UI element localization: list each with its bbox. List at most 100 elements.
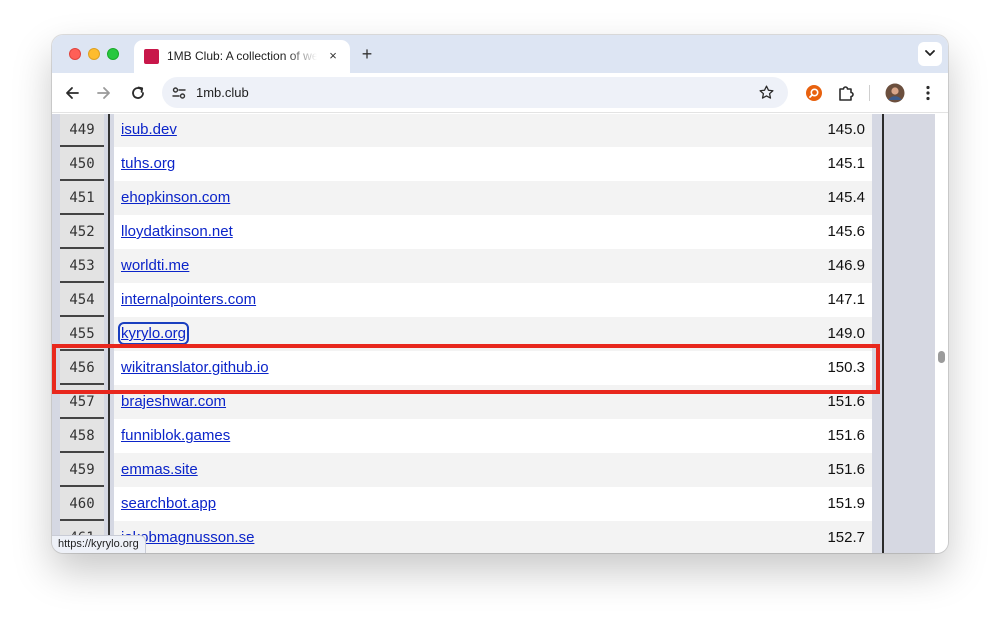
column-divider (108, 385, 110, 419)
row-body: brajeshwar.com 151.6 (114, 385, 872, 419)
profile-avatar[interactable] (885, 83, 905, 103)
site-link[interactable]: lloydatkinson.net (121, 223, 233, 240)
row-body: jakobmagnusson.se 152.7 (114, 521, 872, 553)
column-divider (108, 147, 110, 181)
forward-button[interactable] (94, 83, 114, 103)
rank-cell: 454 (60, 283, 104, 317)
site-link[interactable]: isub.dev (121, 121, 177, 138)
reload-button[interactable] (128, 83, 148, 103)
row-body: funniblok.games 151.6 (114, 419, 872, 453)
rank-cell: 455 (60, 317, 104, 351)
url-text[interactable]: 1mb.club (196, 85, 249, 100)
favicon-icon (144, 49, 159, 64)
site-link[interactable]: internalpointers.com (121, 291, 256, 308)
close-window-button[interactable] (69, 48, 81, 60)
column-divider (108, 283, 110, 317)
toolbar: 1mb.club (52, 73, 948, 113)
vertical-scrollbar[interactable] (935, 114, 948, 553)
row-body: isub.dev 145.0 (114, 114, 872, 147)
rank-cell: 453 (60, 249, 104, 283)
bookmark-star-icon[interactable] (758, 84, 775, 101)
column-divider (108, 181, 110, 215)
avatar-icon (885, 83, 905, 103)
maximize-window-button[interactable] (107, 48, 119, 60)
table-row: 453 worldti.me 146.9 (58, 249, 882, 283)
column-divider (108, 419, 110, 453)
size-value: 151.6 (827, 393, 865, 410)
row-body: lloydatkinson.net 145.6 (114, 215, 872, 249)
site-link[interactable]: worldti.me (121, 257, 189, 274)
table-row: 456 wikitranslator.github.io 150.3 (58, 351, 882, 385)
column-divider (108, 453, 110, 487)
table-row: 457 brajeshwar.com 151.6 (58, 385, 882, 419)
row-body: searchbot.app 151.9 (114, 487, 872, 521)
rank-cell: 450 (60, 147, 104, 181)
scrollbar-thumb[interactable] (938, 351, 945, 363)
row-body: worldti.me 146.9 (114, 249, 872, 283)
extensions-button[interactable] (836, 83, 856, 103)
row-body: tuhs.org 145.1 (114, 147, 872, 181)
column-divider (108, 114, 110, 147)
tab-close-button[interactable]: × (325, 48, 341, 64)
column-divider (108, 317, 110, 351)
size-value: 145.1 (827, 155, 865, 172)
minimize-window-button[interactable] (88, 48, 100, 60)
size-value: 150.3 (827, 359, 865, 376)
site-link[interactable]: tuhs.org (121, 155, 175, 172)
site-link[interactable]: wikitranslator.github.io (121, 359, 269, 376)
right-margin-panel (882, 114, 935, 553)
tab-search-button[interactable] (918, 42, 942, 66)
column-divider (108, 487, 110, 521)
site-link[interactable]: searchbot.app (121, 495, 216, 512)
column-divider (108, 351, 110, 385)
site-link[interactable]: kyrylo.org (117, 322, 190, 345)
row-body: kyrylo.org 149.0 (114, 317, 872, 351)
site-link[interactable]: funniblok.games (121, 427, 230, 444)
size-value: 152.7 (827, 529, 865, 546)
address-bar[interactable]: 1mb.club (162, 77, 788, 108)
new-tab-button[interactable]: + (357, 44, 377, 64)
size-value: 151.9 (827, 495, 865, 512)
row-body: internalpointers.com 147.1 (114, 283, 872, 317)
site-link[interactable]: brajeshwar.com (121, 393, 226, 410)
table-row: 454 internalpointers.com 147.1 (58, 283, 882, 317)
back-button[interactable] (62, 83, 82, 103)
row-body: ehopkinson.com 145.4 (114, 181, 872, 215)
size-value: 145.4 (827, 189, 865, 206)
reload-icon (132, 86, 144, 99)
table-row: 451 ehopkinson.com 145.4 (58, 181, 882, 215)
size-value: 149.0 (827, 325, 865, 342)
rank-cell: 459 (60, 453, 104, 487)
arrow-right-icon (97, 87, 110, 99)
tab-strip: 1MB Club: A collection of web × + (52, 35, 948, 73)
rank-cell: 457 (60, 385, 104, 419)
size-value: 151.6 (827, 461, 865, 478)
size-value: 151.6 (827, 427, 865, 444)
menu-button[interactable] (918, 83, 938, 103)
arrow-left-icon (66, 87, 79, 99)
table-row: 450 tuhs.org 145.1 (58, 147, 882, 181)
browser-window: 1MB Club: A collection of web × + 1mb.cl… (52, 35, 948, 553)
site-link[interactable]: emmas.site (121, 461, 198, 478)
rank-cell: 458 (60, 419, 104, 453)
size-value: 145.6 (827, 223, 865, 240)
extension-magnifier-icon (806, 85, 822, 101)
site-link[interactable]: ehopkinson.com (121, 189, 230, 206)
page-content: 449 isub.dev 145.0 450 tuhs.org 145.1 451 ehopk… (52, 114, 948, 553)
table-row: 455 kyrylo.org 149.0 (58, 317, 882, 351)
table-row: 452 lloydatkinson.net 145.6 (58, 215, 882, 249)
extension-button[interactable] (804, 83, 824, 103)
table-row: 449 isub.dev 145.0 (58, 114, 882, 147)
table-row: 459 emmas.site 151.6 (58, 453, 882, 487)
tab-1mb-club[interactable]: 1MB Club: A collection of web × (134, 40, 350, 73)
row-body: wikitranslator.github.io 150.3 (114, 351, 872, 385)
rank-cell: 452 (60, 215, 104, 249)
puzzle-icon (839, 86, 854, 101)
row-body: emmas.site 151.6 (114, 453, 872, 487)
site-info-icon[interactable] (171, 85, 187, 101)
table-row: 458 funniblok.games 151.6 (58, 419, 882, 453)
column-divider (108, 249, 110, 283)
size-value: 145.0 (827, 121, 865, 138)
site-table: 449 isub.dev 145.0 450 tuhs.org 145.1 451 ehopk… (58, 114, 882, 553)
rank-cell: 456 (60, 351, 104, 385)
